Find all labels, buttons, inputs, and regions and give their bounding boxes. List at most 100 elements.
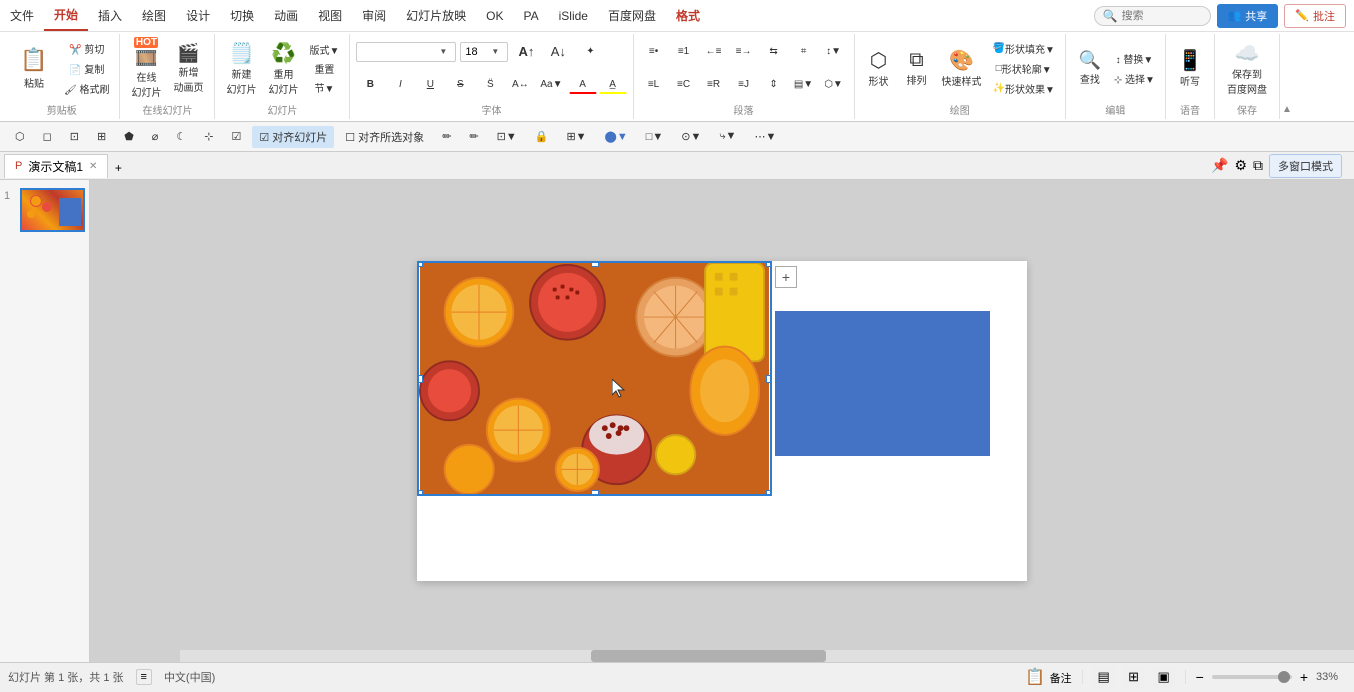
vert-align-button[interactable]: ▤▼ xyxy=(790,76,818,94)
font-size-input[interactable] xyxy=(461,46,489,58)
quick-btn-lock[interactable]: 🔒 xyxy=(528,127,556,146)
handle-bottom-left[interactable] xyxy=(417,490,423,496)
char-spacing-button[interactable]: A↔ xyxy=(506,76,534,94)
settings-icon[interactable]: ⚙ xyxy=(1234,157,1247,174)
reading-view-button[interactable]: ▣ xyxy=(1153,666,1175,688)
quick-btn-4[interactable]: ⊞ xyxy=(90,127,113,146)
font-name-arrow[interactable]: ▼ xyxy=(437,47,449,56)
quick-btn-circle[interactable]: ⬤▼ xyxy=(598,127,635,146)
copy-button[interactable]: 📄 复制 xyxy=(60,59,113,77)
quick-btn-7[interactable]: ☾ xyxy=(169,127,193,146)
notes-button[interactable]: 📋 备注 xyxy=(1025,667,1071,687)
font-size-combo[interactable]: ▼ xyxy=(460,42,508,62)
normal-view-button[interactable]: ▤ xyxy=(1093,666,1115,688)
shape-outline-button[interactable]: □ 形状轮廓▼ xyxy=(989,59,1059,77)
quick-btn-align[interactable]: ⊞▼ xyxy=(559,127,593,146)
handle-top-left[interactable] xyxy=(417,261,423,267)
bold-button[interactable]: B xyxy=(356,76,384,94)
align-justify-button[interactable]: ≡J xyxy=(730,76,758,94)
zoom-in-button[interactable]: + xyxy=(1300,669,1308,685)
add-content-button[interactable]: + xyxy=(775,266,797,288)
bullet-list-button[interactable]: ≡• xyxy=(640,43,668,61)
tab-add-button[interactable]: + xyxy=(108,158,128,178)
slide-sorter-button[interactable]: ⊞ xyxy=(1123,666,1145,688)
window-button[interactable]: ⧉ xyxy=(1253,157,1263,174)
handle-bottom-right[interactable] xyxy=(766,490,772,496)
handle-bottom-mid[interactable] xyxy=(591,490,599,496)
italic-button[interactable]: I xyxy=(386,76,414,94)
zoom-slider[interactable] xyxy=(1212,675,1292,679)
font-size-arrow[interactable]: ▼ xyxy=(489,47,501,56)
dictate-button[interactable]: 📱 听写 xyxy=(1172,40,1208,96)
find-button[interactable]: 🔍 查找 xyxy=(1072,40,1108,96)
handle-mid-right[interactable] xyxy=(766,375,772,383)
quick-btn-1[interactable]: ⬡ xyxy=(8,127,32,146)
shapes-button[interactable]: ⬡ 形状 xyxy=(861,40,897,96)
tab-review[interactable]: 审阅 xyxy=(352,1,396,30)
paste-button[interactable]: 📋 粘贴 xyxy=(10,40,58,96)
layout-button[interactable]: 版式▼ xyxy=(305,40,343,58)
tab-ok[interactable]: OK xyxy=(476,3,513,29)
document-tab[interactable]: P 演示文稿1 ✕ xyxy=(4,154,108,178)
reset-button[interactable]: 重置 xyxy=(310,59,338,77)
zoom-out-button[interactable]: − xyxy=(1196,669,1204,685)
new-slide-button[interactable]: 🗒️ 新建 幻灯片 xyxy=(221,40,261,96)
quick-btn-clock[interactable]: ⊙▼ xyxy=(674,127,708,146)
columns-button[interactable]: ⌗ xyxy=(790,43,818,61)
quick-btn-9[interactable]: ☑ xyxy=(224,127,248,146)
tab-islide[interactable]: iSlide xyxy=(549,3,598,29)
quick-btn-3[interactable]: ⊡ xyxy=(63,127,86,146)
align-selected-button[interactable]: ☐ 对齐所选对象 xyxy=(338,126,431,148)
tab-close-button[interactable]: ✕ xyxy=(89,161,97,172)
tab-start[interactable]: 开始 xyxy=(44,0,88,31)
add-animation-page-button[interactable]: 🎬 新增 动画页 xyxy=(168,40,208,96)
horizontal-scrollbar[interactable] xyxy=(180,650,1354,662)
tab-baidu[interactable]: 百度网盘 xyxy=(598,1,666,30)
search-input[interactable] xyxy=(1122,10,1202,22)
tab-file[interactable]: 文件 xyxy=(0,1,44,30)
quick-btn-5[interactable]: ⬟ xyxy=(117,127,141,146)
quick-btn-edit[interactable]: ✏ xyxy=(462,127,485,146)
section-button[interactable]: 节▼ xyxy=(310,78,338,96)
tab-view[interactable]: 视图 xyxy=(308,1,352,30)
convert-to-smartart-button[interactable]: ⬡▼ xyxy=(820,76,848,94)
format-painter-button[interactable]: 🖌 格式刷 xyxy=(60,79,113,97)
rtl-button[interactable]: ⇆ xyxy=(760,43,788,61)
align-right-button[interactable]: ≡R xyxy=(700,76,728,94)
quick-styles-button[interactable]: 🎨 快速样式 xyxy=(937,40,987,96)
tab-format[interactable]: 格式 xyxy=(666,1,710,30)
clear-format-button[interactable]: ✦ xyxy=(576,43,604,61)
ribbon-expand-button[interactable]: ▲ xyxy=(1282,104,1292,115)
decrease-font-button[interactable]: A↓ xyxy=(544,43,572,61)
increase-indent-button[interactable]: ≡→ xyxy=(730,43,758,61)
slide-canvas[interactable]: ↻ + xyxy=(417,261,1027,581)
share-button[interactable]: 👥 共享 xyxy=(1217,4,1279,28)
replace-button[interactable]: ↕ 替换▼ xyxy=(1110,49,1159,67)
select-button[interactable]: ⊹ 选择▼ xyxy=(1110,69,1159,87)
quick-btn-eraser[interactable]: ✏ xyxy=(435,127,458,146)
shape-effect-button[interactable]: ✨ 形状效果▼ xyxy=(989,79,1059,97)
text-direction-button[interactable]: ⇕ xyxy=(760,76,788,94)
word-count-button[interactable]: ≡ xyxy=(136,669,152,685)
align-slide-button[interactable]: ☑ 对齐幻灯片 xyxy=(252,126,334,148)
case-button[interactable]: Aa▼ xyxy=(536,76,566,94)
slide-image[interactable]: ↻ xyxy=(417,261,772,496)
comment-button[interactable]: ✏️ 批注 xyxy=(1284,4,1346,28)
quick-btn-connect[interactable]: ⤷▼ xyxy=(712,127,743,146)
align-center-button[interactable]: ≡C xyxy=(670,76,698,94)
blue-rectangle[interactable] xyxy=(775,311,990,456)
reuse-slide-button[interactable]: ♻️ 重用 幻灯片 xyxy=(263,40,303,96)
multi-window-button[interactable]: 多窗口模式 xyxy=(1269,154,1342,178)
online-slides-button[interactable]: HOT 🎞️ 在线 幻灯片 xyxy=(126,40,166,96)
handle-top-right[interactable] xyxy=(766,261,772,267)
font-color-button[interactable]: A xyxy=(569,76,597,94)
tab-transition[interactable]: 切换 xyxy=(220,1,264,30)
quick-btn-more[interactable]: ⋯▼ xyxy=(747,127,783,146)
quick-btn-shapes[interactable]: ⊡▼ xyxy=(490,127,524,146)
tab-design[interactable]: 设计 xyxy=(176,1,220,30)
tab-draw[interactable]: 绘图 xyxy=(132,1,176,30)
tab-animation[interactable]: 动画 xyxy=(264,1,308,30)
cut-button[interactable]: ✂️ 剪切 xyxy=(60,39,113,57)
handle-top-mid[interactable] xyxy=(591,261,599,267)
underline-button[interactable]: U xyxy=(416,76,444,94)
